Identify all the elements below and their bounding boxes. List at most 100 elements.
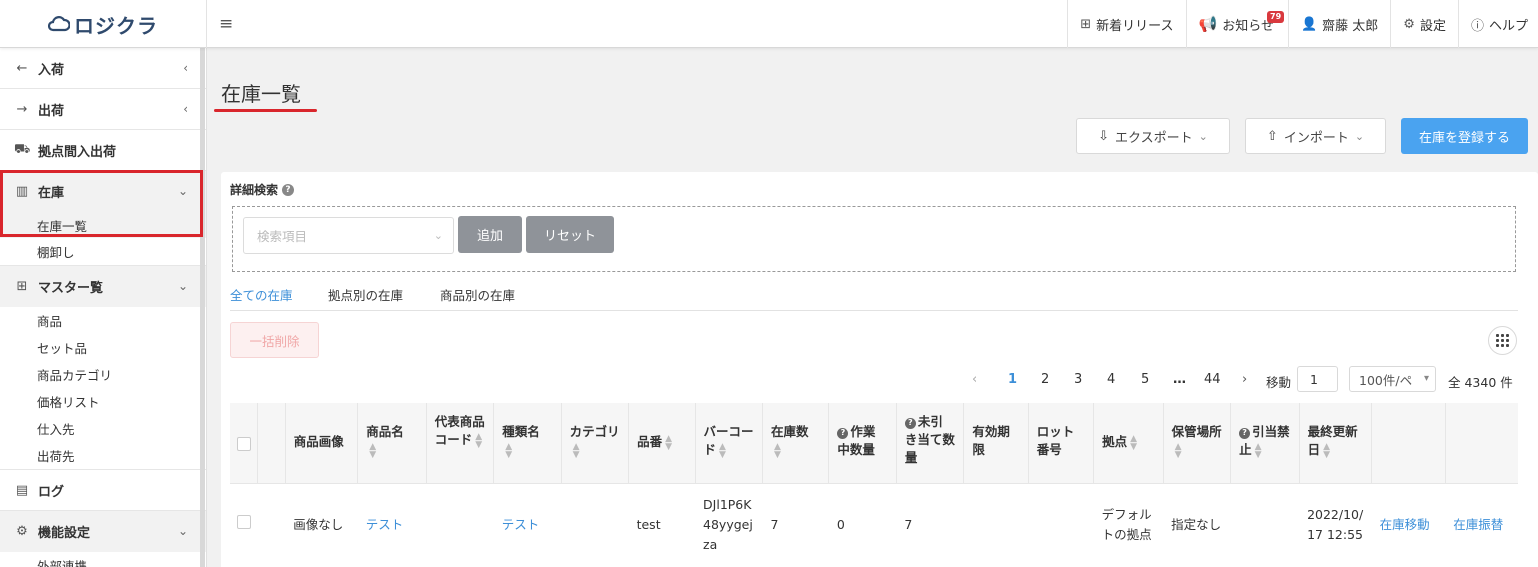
next-page-icon[interactable]: › [1242,372,1247,387]
stock-card: 詳細検索 ? 検索項目 ⌄ 追加 リセット 全ての在庫 拠点別の在庫 商品別の在… [221,172,1538,567]
header-category[interactable]: カテゴリ ▲ ▼ [561,403,630,484]
bulk-delete-button[interactable]: 一括削除 [230,322,319,358]
cloud-download-icon: ⇩ [1098,128,1110,144]
header-code[interactable]: 代表商品コード ▲ ▼ [426,403,495,484]
page-5[interactable]: 5 [1141,372,1149,387]
add-button[interactable]: 追加 [458,216,522,253]
header-spacer [257,403,286,484]
page-jump-input[interactable]: 1 [1297,366,1338,392]
sidebar-subitem-stocktake[interactable]: 棚卸し [0,238,206,265]
page-4[interactable]: 4 [1107,372,1115,387]
sidebar-item-log[interactable]: ▤ ログ [0,470,206,511]
cell-action-swap: 在庫振替✎ [1445,483,1518,567]
page-3[interactable]: 3 [1074,372,1082,387]
prev-page-icon[interactable]: ‹ [972,372,977,387]
sidebar-item-inbound[interactable]: ← 入荷 ‹ [0,48,206,89]
tab-stock-by-item[interactable]: 商品別の在庫 [440,284,515,304]
page-ellipsis[interactable]: … [1173,372,1186,387]
sidebar-item-master[interactable]: ⊞ マスター覧 ⌄ [0,266,206,307]
header-unallocated: ? 未引き当て数量 [896,403,965,484]
logo-area[interactable]: ロジクラ [0,0,207,48]
import-label: インポート [1283,130,1349,146]
header-lot: ロット番号 [1028,403,1095,484]
sidebar-subitem-sets[interactable]: セット品 [0,334,206,361]
header-expiry: 有効期限 [963,403,1029,484]
settings-label: 設定 [1419,18,1446,34]
cell-image: 画像なし [285,483,358,567]
question-circle-icon[interactable]: ? [904,417,916,429]
page-44[interactable]: 44 [1204,372,1221,387]
header-updated-label: 最終更新日 [1307,424,1358,457]
question-circle-icon[interactable]: ? [1239,427,1251,439]
new-release-button[interactable]: ⊞ 新着リリース [1067,0,1185,48]
question-circle-icon[interactable]: ? [837,427,849,439]
header-type[interactable]: 種類名 ▲ ▼ [493,403,562,484]
select-all-cell [230,403,259,484]
column-settings-button[interactable] [1488,326,1517,355]
gear-icon: ⚙ [1403,16,1415,32]
row-spacer [257,483,286,567]
notice-button[interactable]: 📢 お知らせ [1185,0,1288,48]
sidebar-item-stock[interactable]: ▥ 在庫 ⌄ [0,171,206,212]
per-page-value: 100件/ペ [1359,372,1413,388]
tab-all-stock[interactable]: 全ての在庫 [230,284,293,304]
chevron-down-icon: ⌄ [177,279,188,293]
sidebar-subitem-categories[interactable]: 商品カテゴリ [0,361,206,388]
header-sku-label: 品番 [637,434,663,449]
stock-move-link[interactable]: 在庫移動 [1380,517,1430,532]
reset-button[interactable]: リセット [526,216,614,253]
logo: ロジクラ [48,10,158,39]
sidebar-item-transfer[interactable]: ⛟ 拠点間入出荷 [0,130,206,171]
item-name-link[interactable]: テスト [366,517,404,532]
chevron-down-icon: ⌄ [1198,129,1208,143]
header-hold[interactable]: ? 引当禁止 ▲ ▼ [1230,403,1300,484]
row-checkbox[interactable] [237,515,251,529]
page-2[interactable]: 2 [1041,372,1049,387]
sidebar-item-outbound[interactable]: → 出荷 ‹ [0,89,206,130]
chevron-down-icon: ⌄ [433,229,443,242]
header-name[interactable]: 商品名 ▲ ▼ [357,403,427,484]
type-link[interactable]: テスト [502,517,540,532]
search-field-placeholder: 検索項目 [257,229,308,244]
import-button[interactable]: ⇧ インポート ⌄ [1245,118,1386,154]
cell-lot [1028,483,1094,567]
question-circle-icon[interactable]: ? [282,183,295,196]
sidebar-subitem-items[interactable]: 商品 [0,307,206,334]
page-title: 在庫一覧 [221,82,301,106]
settings-button[interactable]: ⚙ 設定 [1390,0,1458,48]
sidebar-item-label: 出荷 [38,103,65,119]
header-qty[interactable]: 在庫数 ▲ ▼ [762,403,830,484]
sidebar-scrollbar[interactable] [200,48,205,567]
sidebar-subitem-stock-list[interactable]: 在庫一覧 [0,212,206,238]
header-storage[interactable]: 保管場所 ▲ ▼ [1163,403,1232,484]
stock-swap-link[interactable]: 在庫振替 [1453,517,1503,532]
header-sku[interactable]: 品番 ▲ ▼ [628,403,696,484]
header-location[interactable]: 拠点 ▲ ▼ [1093,403,1164,484]
export-button[interactable]: ⇩ エクスポート ⌄ [1076,118,1230,154]
export-label: エクスポート [1115,130,1193,146]
sidebar-subitem-integration[interactable]: 外部連携 [0,552,206,567]
cell-unallocated: 7 [896,483,964,567]
header-barcode[interactable]: バーコード ▲ ▼ [695,403,763,484]
tab-stock-by-location[interactable]: 拠点別の在庫 [328,284,403,304]
sidebar-subitem-ship-to[interactable]: 出荷先 [0,442,206,469]
sidebar-subitem-price-list[interactable]: 価格リスト [0,388,206,415]
user-menu[interactable]: 👤 齋藤 太郎 [1287,0,1390,48]
select-all-checkbox[interactable] [237,437,251,451]
page-1[interactable]: 1 [1008,372,1017,387]
sidebar-item-label: 入荷 [38,62,65,78]
help-button[interactable]: ⓘ ヘルプ [1457,0,1538,48]
register-stock-button[interactable]: 在庫を登録する [1401,118,1528,154]
search-field-select[interactable]: 検索項目 ⌄ [243,217,454,254]
sidebar-subitem-suppliers[interactable]: 仕入先 [0,415,206,442]
main-content: 在庫一覧 ⇩ エクスポート ⌄ ⇧ インポート ⌄ 在庫を登録する 詳細検索 ?… [207,48,1538,567]
header-barcode-label: バーコード [703,424,754,457]
table-header-row: 商品画像 商品名 ▲ ▼ 代表商品コード ▲ ▼ 種類名 ▲ ▼ カテゴリ▲ ▼ 品番 ▲ ▼ バ… [230,403,1518,484]
sort-icon: ▲ ▼ [505,441,513,460]
table-row[interactable]: 画像なし テスト テスト test DJl1P6K48yygejza 7 0 7… [230,483,1518,567]
header-updated[interactable]: 最終更新日 ▲ ▼ [1299,403,1373,484]
sidebar-item-label: マスター覧 [38,281,104,296]
per-page-select[interactable]: 100件/ペ ▾ [1349,366,1436,392]
hamburger-icon[interactable]: ≡ [219,14,233,34]
sidebar-item-features[interactable]: ⚙ 機能設定 ⌄ [0,511,206,552]
